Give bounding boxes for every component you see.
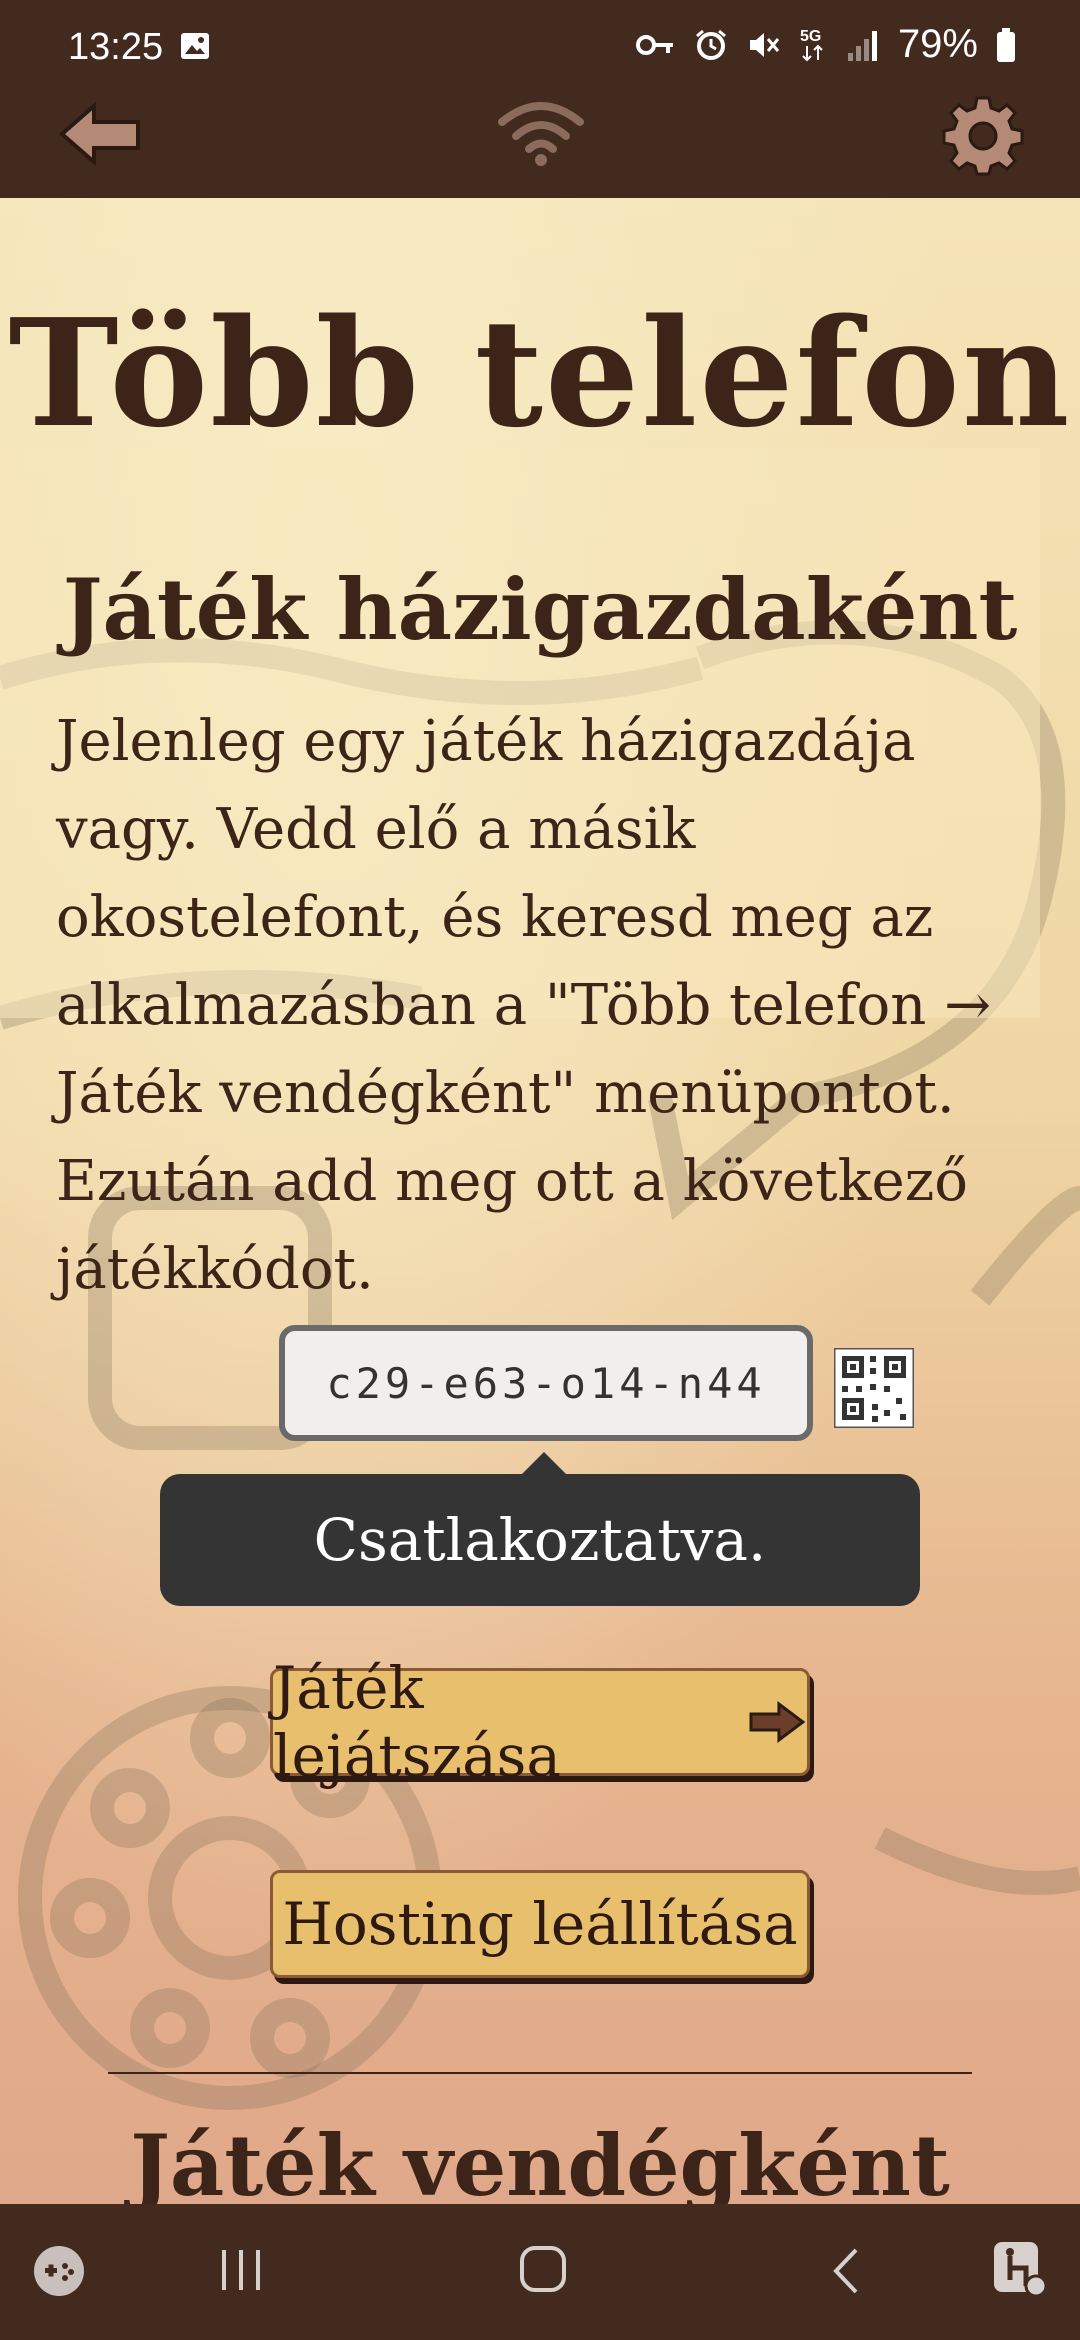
alarm-icon xyxy=(695,29,726,60)
svg-text:5G: 5G xyxy=(800,28,821,45)
host-section-title: Játék házigazdaként xyxy=(62,560,1018,659)
status-bar: 13:25 5G 79% xyxy=(0,0,1080,96)
stop-hosting-button[interactable]: Hosting leállítása xyxy=(270,1870,810,1978)
stop-hosting-label: Hosting leállítása xyxy=(282,1890,798,1958)
battery-percent: 79% xyxy=(897,22,978,66)
mute-icon xyxy=(749,32,780,57)
wifi-icon xyxy=(498,102,584,166)
instructions-text: Jelenleg egy játék házigazdája vagy. Ved… xyxy=(56,709,992,1302)
right-arrow-icon xyxy=(749,1701,806,1743)
game-launcher-icon[interactable] xyxy=(32,2244,86,2298)
home-icon[interactable] xyxy=(518,2244,568,2294)
guest-section-title: Játék vendégként xyxy=(130,2116,950,2204)
qr-code-icon[interactable] xyxy=(834,1348,914,1428)
status-icons: 5G 79% xyxy=(635,22,1016,67)
signal-icon xyxy=(847,30,877,61)
accessibility-icon[interactable] xyxy=(992,2240,1048,2300)
5g-icon: 5G xyxy=(800,28,823,61)
recent-apps-icon[interactable] xyxy=(216,2248,266,2292)
back-icon[interactable] xyxy=(828,2246,864,2296)
game-code-field[interactable]: c29-e63-o14-n44 xyxy=(279,1325,813,1441)
page-title: Több telefon xyxy=(8,286,1072,460)
toast-pointer xyxy=(520,1452,568,1476)
connected-toast: Csatlakoztatva. xyxy=(160,1474,920,1606)
main-content: Több telefon Játék házigazdaként Jelenle… xyxy=(0,198,1080,2204)
status-time: 13:25 xyxy=(68,26,164,68)
app-bar xyxy=(0,96,1080,198)
back-arrow-icon[interactable] xyxy=(58,98,144,168)
key-icon xyxy=(635,34,673,55)
play-game-button[interactable]: Játék lejátszása xyxy=(270,1654,810,1790)
image-icon xyxy=(181,33,209,59)
battery-icon xyxy=(997,27,1015,62)
section-divider xyxy=(108,2072,972,2074)
gear-icon[interactable] xyxy=(942,94,1024,176)
navigation-bar xyxy=(0,2204,1080,2340)
play-game-label: Játék lejátszása xyxy=(273,1654,561,1790)
